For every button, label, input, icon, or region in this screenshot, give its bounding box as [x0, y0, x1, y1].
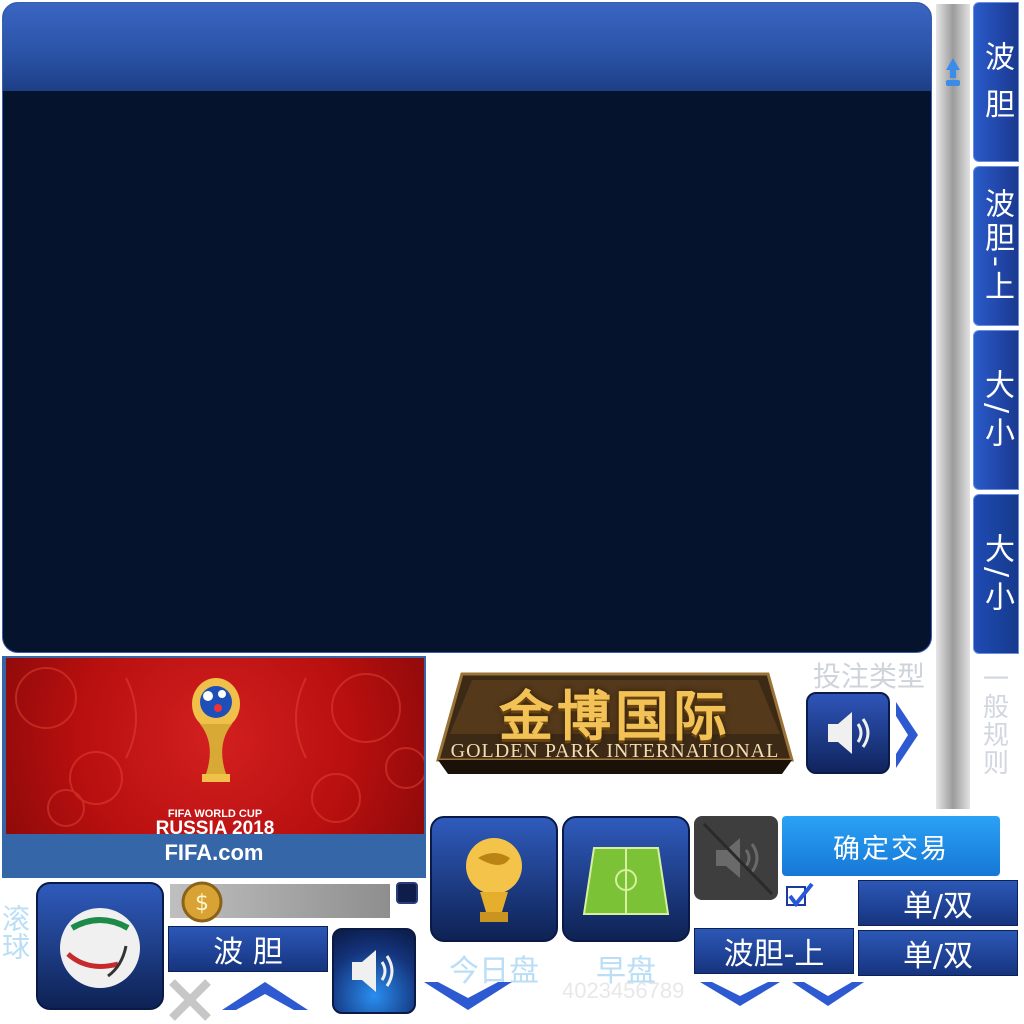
tab-over-under[interactable]: 大/小: [973, 330, 1019, 490]
chevron-down-icon[interactable]: [694, 980, 874, 1010]
sound-active-button[interactable]: [332, 928, 416, 1014]
football-icon: [60, 908, 140, 988]
sound-on-button[interactable]: [806, 692, 890, 774]
main-panel-header: [3, 3, 931, 91]
banner-footer: FIFA.com: [164, 840, 264, 865]
bodan-up-button[interactable]: 波胆-上: [694, 928, 854, 974]
scroll-thumb-icon[interactable]: [940, 56, 966, 88]
checkmark-icon: [786, 882, 814, 908]
tab-over-under-alt[interactable]: 大/小: [973, 494, 1019, 654]
odd-even-button-alt[interactable]: 单/双: [858, 930, 1018, 976]
gold-trophy-icon: [466, 838, 522, 922]
world-cup-trophy-icon: [192, 678, 240, 782]
odd-even-button[interactable]: 单/双: [858, 880, 1018, 926]
sound-off-button[interactable]: [694, 816, 778, 900]
chevron-down-icon[interactable]: [420, 980, 516, 1014]
gold-coin-icon: $: [181, 881, 223, 923]
today-tile[interactable]: [430, 816, 558, 942]
chevron-right-icon[interactable]: [892, 698, 922, 772]
general-rules-label: 一般规则: [978, 665, 1009, 777]
confirm-trade-button[interactable]: 确定交易: [782, 816, 1000, 876]
tab-bodan[interactable]: 波 胆: [973, 2, 1019, 162]
bodan-button[interactable]: 波 胆: [168, 926, 328, 972]
rolling-ball-tile[interactable]: [36, 882, 164, 1010]
close-icon[interactable]: [166, 978, 214, 1022]
main-panel: [2, 2, 932, 653]
speaker-muted-icon: [702, 822, 774, 896]
rolling-label: 滚球: [0, 904, 31, 960]
bet-type-label: 投注类型: [812, 660, 925, 693]
confirm-checkbox[interactable]: [784, 882, 814, 910]
banner-title: FIFA WORLD CUP RUSSIA 2018: [6, 808, 424, 834]
banner-artwork: FIFA WORLD CUP RUSSIA 2018: [6, 658, 424, 834]
chevron-up-icon[interactable]: [218, 978, 312, 1012]
logo-english: GOLDEN PARK INTERNATIONAL: [450, 740, 780, 762]
world-cup-banner: FIFA WORLD CUP RUSSIA 2018 FIFA.com: [2, 656, 426, 878]
svg-text:$: $: [195, 891, 209, 916]
banner-line2: RUSSIA 2018: [155, 818, 275, 834]
tab-bodan-up[interactable]: 波胆-上: [973, 166, 1019, 326]
brand-logo: 金博国际 GOLDEN PARK INTERNATIONAL: [432, 664, 798, 782]
scrollbar-track[interactable]: [936, 4, 970, 809]
speaker-icon: [828, 712, 870, 754]
early-tile[interactable]: [562, 816, 690, 942]
digit-strip: 4023456789: [562, 978, 685, 1003]
small-square-button[interactable]: [396, 882, 418, 904]
speaker-icon: [352, 950, 394, 992]
football-pitch-icon: [582, 847, 670, 915]
